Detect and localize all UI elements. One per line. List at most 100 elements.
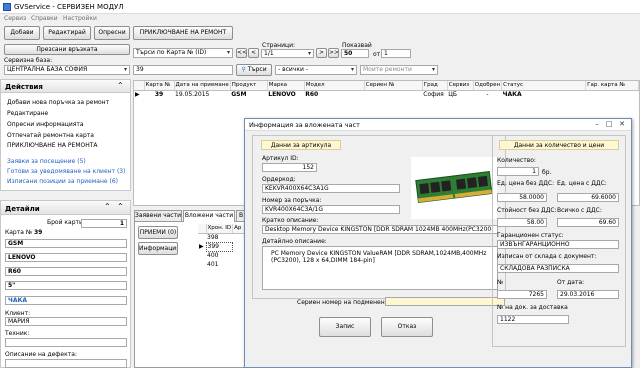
add-button[interactable]: Добави [4, 26, 40, 40]
cell-product: GSM [231, 91, 247, 99]
parts-marker [198, 260, 206, 269]
search-by-select[interactable]: Търси по Карта № (ID) [133, 48, 233, 58]
action-add-order[interactable]: Добави нова поръчка за ремонт [7, 99, 109, 106]
col-brand[interactable]: Марка [267, 81, 305, 91]
maximize-icon[interactable]: □ [603, 120, 615, 129]
action-finish-repair[interactable]: ПРИКЛЮЧВАНЕ НА РЕМОНТА [7, 142, 98, 149]
qty-section-title: Данни за количество и цени [499, 140, 619, 150]
table-header-row: Карта № Дата на приемане Продукт Марка М… [134, 81, 639, 91]
page-select[interactable]: 1/1 [261, 49, 314, 58]
service-base-select[interactable]: ЦЕНТРАЛНА БАЗА СОФИЯ [4, 65, 130, 75]
cell-service: ЦБ [448, 91, 458, 99]
list-item[interactable]: 400 [198, 251, 246, 260]
col-card-no[interactable]: Карта № [144, 81, 175, 91]
details-panel: Детайли ⌃ ⌃ Брой картис: 1 Карта № 39 GS… [0, 200, 131, 368]
edit-button[interactable]: Редактирай [43, 26, 91, 40]
table-row[interactable]: ▶ 39 19.05.2015 GSM LENOVO R60 София ЦБ … [134, 90, 639, 99]
menu-reports[interactable]: Справки [31, 15, 58, 22]
col-status[interactable]: Статус [501, 81, 587, 91]
dialog-title: Информация за вложената част [249, 121, 360, 129]
order-code-label: Ордеркод: [262, 176, 296, 183]
serial-input[interactable] [385, 297, 505, 306]
detail-desc-label: Детайлно описание: [262, 238, 327, 245]
cell-brand: LENOVO [268, 91, 296, 99]
card-count-field: 1 [81, 219, 127, 228]
parts-marker: ▶ [199, 243, 204, 250]
col-chron-id[interactable]: Хрон. ID [206, 224, 234, 234]
col-model[interactable]: Модел [304, 81, 365, 91]
col-approved[interactable]: Одобрен [473, 81, 503, 91]
list-item[interactable]: 398 [198, 233, 246, 242]
menu-service[interactable]: Сервиз [4, 15, 26, 22]
finish-repair-button[interactable]: ПРИКЛЮЧВАНЕ НА РЕМОНТ [133, 26, 233, 40]
order-no-label: Номер за поръчка: [262, 197, 322, 204]
tech-label: Техник: [5, 330, 30, 337]
col-date[interactable]: Дата на приемане [174, 81, 231, 91]
search-button-label: Търси [247, 66, 267, 73]
actions-header: Действия [1, 80, 130, 93]
action-print-card[interactable]: Отпечатай ремонтна карта [7, 132, 94, 139]
unit-price-vat-label: Ед. цена с ДДС: [557, 180, 607, 187]
cancel-button[interactable]: Отказ [381, 317, 433, 337]
link-ready-notify[interactable]: Готови за уведомяване на клиент (3) [7, 168, 125, 175]
tab-installed-parts[interactable]: Вложени части [183, 210, 235, 222]
col-product[interactable]: Продукт [230, 81, 268, 91]
unit-price-novat-field: 58.0000 [497, 193, 547, 202]
nav-first-button[interactable]: << [236, 48, 247, 58]
short-desc-label: Кратко описание: [262, 217, 319, 224]
col-warranty-card[interactable]: Гар. карта № [585, 81, 639, 91]
order-code-field: KEKVR400X64C3A1G [262, 184, 400, 193]
cell-warranty-card [586, 90, 639, 99]
doc-no-field: 7265 [497, 290, 547, 299]
cell-approved: - [486, 91, 489, 99]
parts-id: 399 [205, 241, 234, 252]
col-service[interactable]: Сервиз [447, 81, 474, 91]
app-icon [3, 3, 11, 11]
search-input[interactable]: 39 [133, 65, 233, 75]
collapse-chevron-icon[interactable]: ⌃ [117, 81, 124, 90]
nav-next-button[interactable]: > [316, 48, 327, 58]
nav-last-button[interactable]: >> [328, 48, 339, 58]
parts-grid-header: Хрон. ID Ар [198, 224, 246, 234]
refresh-button[interactable]: Опресни [94, 26, 130, 40]
refresh-connection-button[interactable]: Презсани връзката [4, 44, 130, 55]
action-refresh[interactable]: Опресни информацията [7, 121, 84, 128]
doc-date-field: 29.03.2016 [557, 290, 619, 299]
pages-label: Страници: [262, 42, 295, 49]
collapse-chevron-icon[interactable]: ⌃ [104, 202, 111, 211]
actions-panel: Действия ⌃ Добави нова поръчка за ремонт… [0, 79, 131, 191]
col-city[interactable]: Град [422, 81, 448, 91]
warehouse-label: Изписан от склада с документ: [497, 253, 597, 260]
receive-button[interactable]: ПРИЕМИ (0) [138, 226, 178, 239]
action-edit[interactable]: Редактиране [7, 110, 48, 117]
status-field: ЧАКА [5, 296, 127, 305]
cell-model: R60 [305, 91, 319, 99]
shown-label: Показвай [342, 42, 372, 49]
collapse-chevron-icon[interactable]: ⌃ [117, 202, 124, 211]
link-visit-requests[interactable]: Заявки за посещение (5) [7, 158, 86, 165]
part-image [411, 157, 497, 219]
info-button[interactable]: Информация [138, 242, 178, 255]
tab-requested-parts[interactable]: Заявени части [134, 210, 182, 221]
all-select[interactable]: - всички - [275, 65, 357, 75]
client-label: Клиент: [5, 310, 31, 317]
minimize-icon[interactable]: – [591, 120, 603, 129]
list-item[interactable]: ▶ 399 [198, 241, 246, 252]
menu-settings[interactable]: Настройки [63, 15, 97, 22]
cell-status: ЧАКА [502, 91, 522, 99]
parts-id: 400 [207, 252, 219, 260]
shown-count-input[interactable]: 50 [341, 49, 369, 58]
col-serial[interactable]: Сериен № [364, 81, 423, 91]
my-repairs-select[interactable]: Моите ремонти [360, 65, 438, 75]
save-button[interactable]: Запис [319, 317, 371, 337]
link-issued-positions[interactable]: Изписани позиции за приемане (6) [7, 178, 118, 185]
search-button[interactable]: ⚲ Търси [236, 64, 272, 76]
close-icon[interactable]: ✕ [616, 120, 628, 129]
value-novat-field: 58.00 [497, 218, 547, 227]
brand-field: LENOVO [5, 253, 127, 262]
warranty-label: Гаранционен статус: [497, 232, 564, 239]
warranty-field: ИЗВЪНГАРАНЦИОННО [497, 240, 619, 249]
nav-prev-button[interactable]: < [248, 48, 259, 58]
list-item[interactable]: 401 [198, 260, 246, 269]
parts-id: 401 [207, 261, 219, 268]
